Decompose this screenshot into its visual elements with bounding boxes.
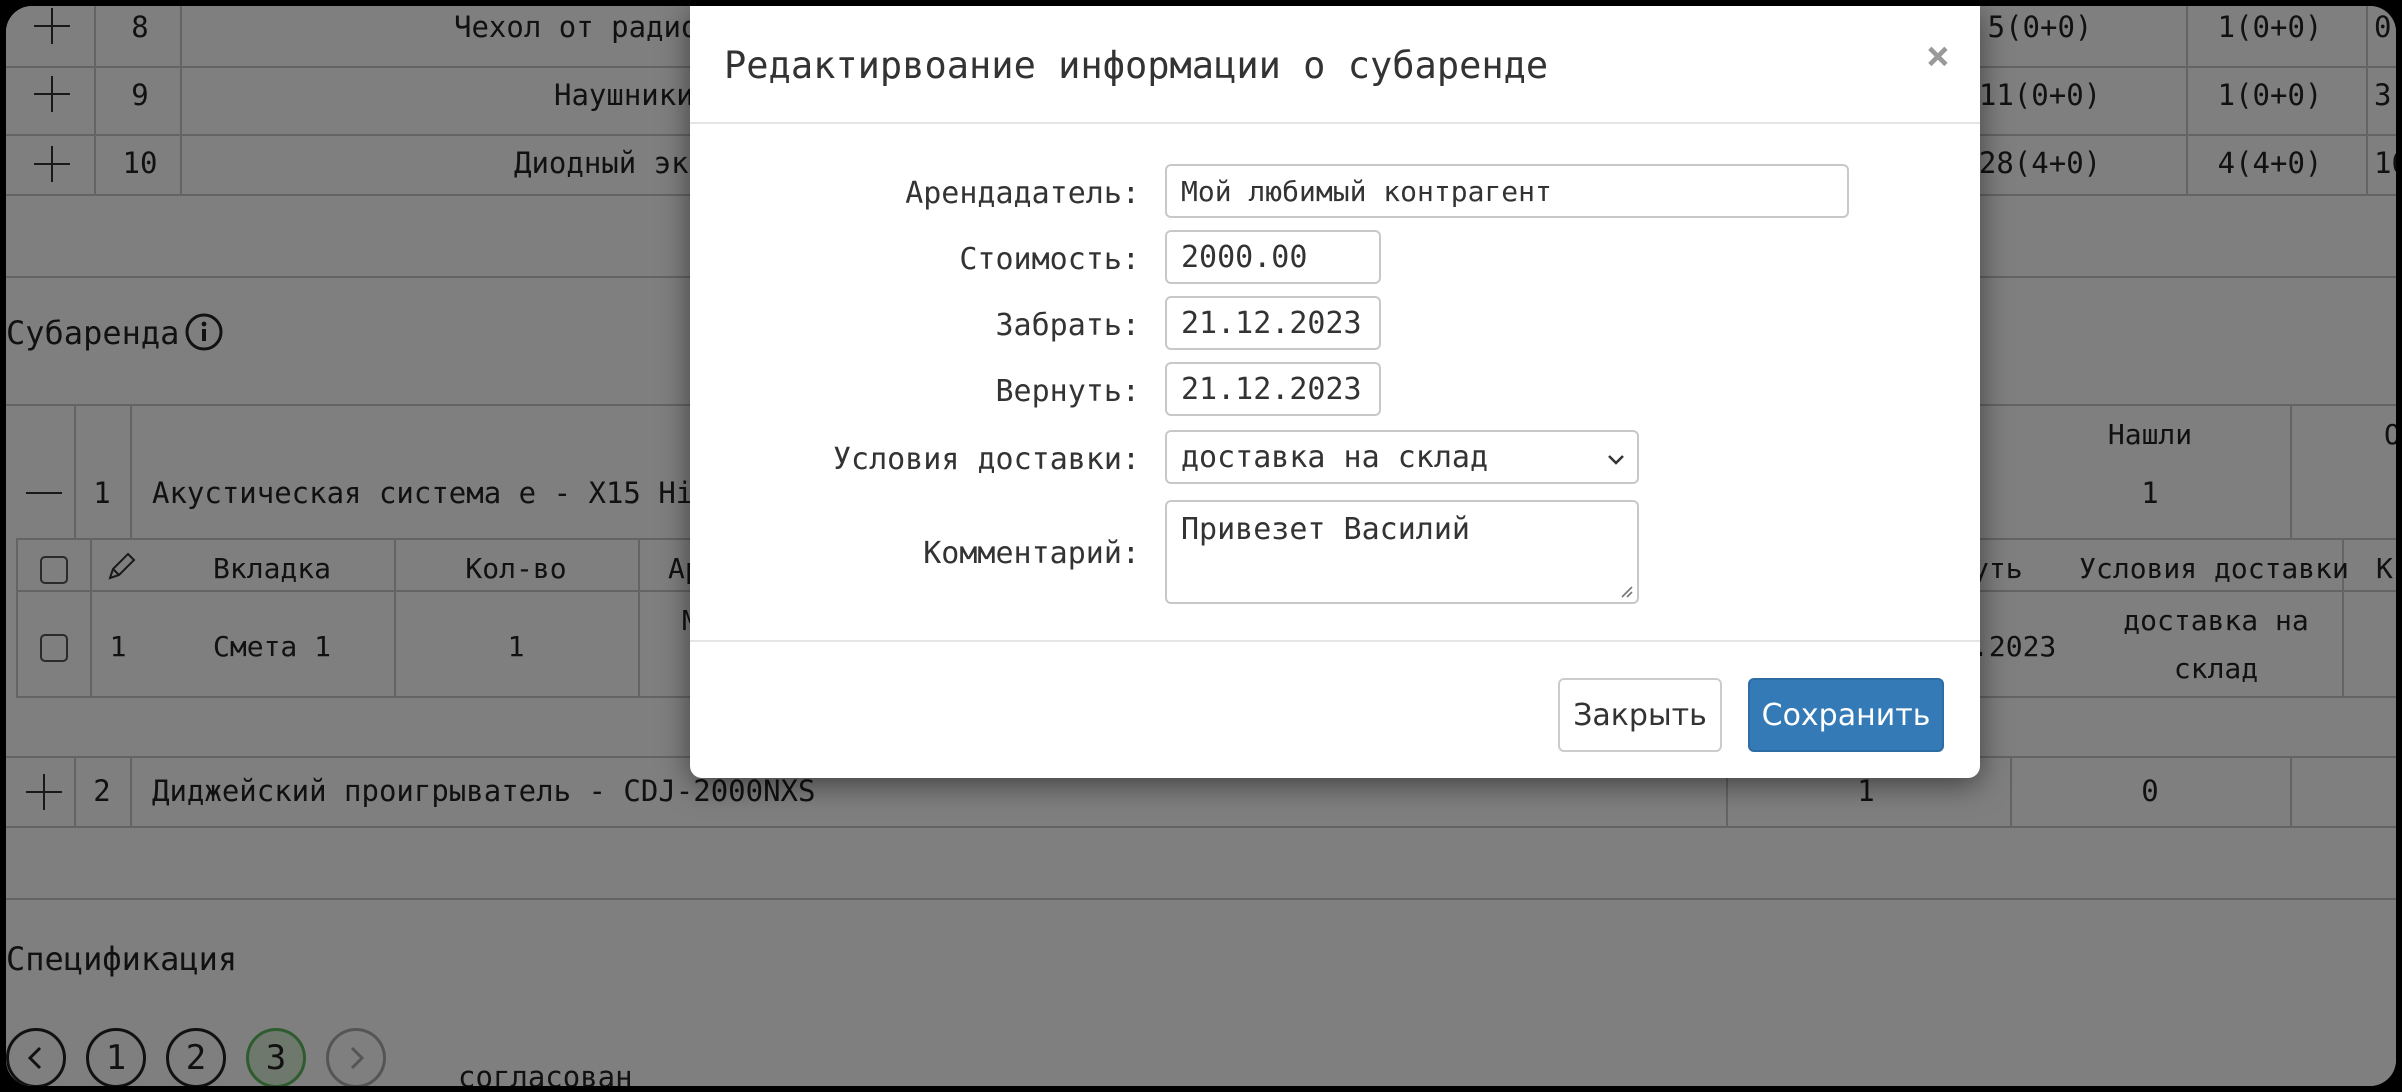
cost-label: Стоимость: — [959, 242, 1140, 277]
return-label: Вернуть: — [995, 374, 1141, 409]
close-button[interactable]: Закрыть — [1558, 678, 1722, 752]
comment-label: Комментарий: — [923, 536, 1140, 571]
comment-text: Привезет Василий — [1181, 512, 1470, 547]
comment-textarea[interactable]: Привезет Василий — [1165, 500, 1639, 604]
return-date-input[interactable]: 21.12.2023 — [1165, 362, 1381, 416]
app-frame: 8 Чехол от радиос 5(0+0) 1(0+0) 0 9 Науш… — [6, 6, 2396, 1086]
close-icon[interactable]: × — [1926, 36, 1950, 76]
delivery-select[interactable]: доставка на склад — [1165, 430, 1639, 484]
modal-header: Редактирвоание информации о субаренде × — [690, 6, 1980, 124]
chevron-down-icon — [1608, 455, 1624, 465]
delivery-select-value: доставка на склад — [1181, 439, 1489, 475]
cost-input[interactable]: 2000.00 — [1165, 230, 1381, 284]
delivery-label: Условия доставки: — [832, 442, 1140, 477]
modal-footer-divider — [690, 640, 1980, 642]
edit-subrent-modal: Редактирвоание информации о субаренде × … — [690, 6, 1980, 778]
resize-handle-icon[interactable] — [1617, 582, 1633, 598]
modal-title: Редактирвоание информации о субаренде — [724, 44, 1549, 87]
pickup-label: Забрать: — [995, 308, 1141, 343]
lessor-field[interactable]: Мой любимый контрагент — [1165, 164, 1849, 218]
pickup-date-input[interactable]: 21.12.2023 — [1165, 296, 1381, 350]
save-button[interactable]: Сохранить — [1748, 678, 1944, 752]
lessor-label: Арендадатель: — [905, 176, 1140, 211]
